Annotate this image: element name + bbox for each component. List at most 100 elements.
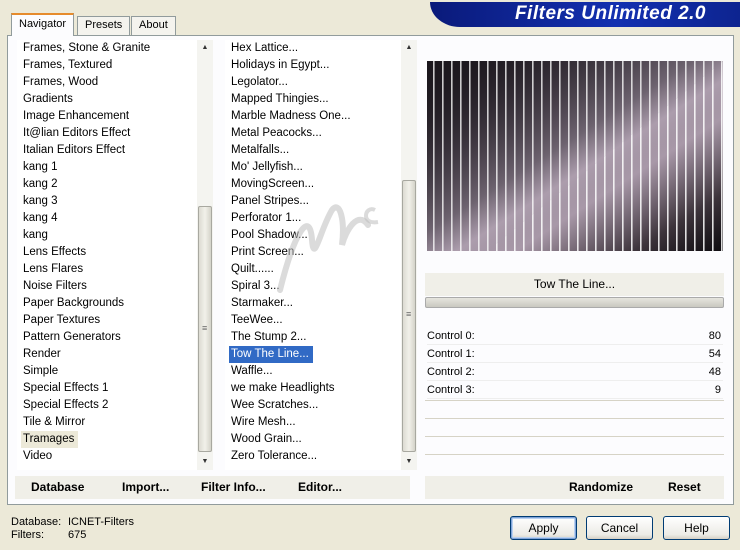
category-item-label: Paper Textures [23, 314, 101, 326]
category-item[interactable]: Tramages [17, 431, 197, 448]
category-item[interactable]: Pattern Generators [17, 329, 197, 346]
cancel-button[interactable]: Cancel [586, 516, 653, 540]
category-item[interactable]: Paper Backgrounds [17, 295, 197, 312]
category-item[interactable]: Video [17, 448, 197, 465]
category-item[interactable]: Frames, Textured [17, 57, 197, 74]
filter-item-label: Zero Tolerance... [231, 450, 318, 462]
category-item-label: Lens Flares [23, 263, 84, 275]
category-item[interactable]: kang 4 [17, 210, 197, 227]
filter-item[interactable]: Holidays in Egypt... [225, 57, 401, 74]
filter-item-label: Wood Grain... [231, 433, 302, 445]
category-item-label: Noise Filters [23, 280, 87, 292]
banner-title: Filters Unlimited 2.0 [514, 3, 706, 24]
filter-item[interactable]: Marble Madness One... [225, 108, 401, 125]
filter-item[interactable]: Metal Peacocks... [225, 125, 401, 142]
category-item[interactable]: Render [17, 346, 197, 363]
preview-image [427, 61, 723, 251]
category-item[interactable]: Lens Flares [17, 261, 197, 278]
control-slider-row[interactable]: Control 2: 48 [427, 364, 723, 381]
filter-item-label: TeeWee... [231, 314, 283, 326]
category-item[interactable]: kang 2 [17, 176, 197, 193]
filter-item[interactable]: we make Headlights [225, 380, 401, 397]
filter-item[interactable]: Metalfalls... [225, 142, 401, 159]
editor-button[interactable]: Editor... [298, 480, 342, 494]
import-button[interactable]: Import... [122, 480, 169, 494]
category-item-label: Pattern Generators [23, 331, 121, 343]
category-item[interactable]: Special Effects 2 [17, 397, 197, 414]
database-button[interactable]: Database [31, 480, 84, 494]
filter-item-label: Legolator... [231, 76, 288, 88]
filter-item[interactable]: Wood Grain... [225, 431, 401, 448]
filter-item[interactable]: The Stump 2... [225, 329, 401, 346]
scroll-down-icon[interactable]: ▼ [401, 454, 417, 470]
database-value: ICNET-Filters [68, 516, 134, 528]
category-item-label: Tile & Mirror [23, 416, 86, 428]
category-item[interactable]: kang 3 [17, 193, 197, 210]
category-item[interactable]: Lens Effects [17, 244, 197, 261]
category-item[interactable]: Italian Editors Effect [17, 142, 197, 159]
tab-navigator[interactable]: Navigator [11, 13, 75, 36]
filter-item[interactable]: Legolator... [225, 74, 401, 91]
category-item-label: Tramages [21, 431, 79, 448]
apply-button[interactable]: Apply [510, 516, 577, 540]
control-slider-row[interactable]: Control 3: 9 [427, 382, 723, 399]
filter-item[interactable]: Wire Mesh... [225, 414, 401, 431]
category-item[interactable]: Frames, Wood [17, 74, 197, 91]
category-item[interactable]: Paper Textures [17, 312, 197, 329]
filter-item[interactable]: Mapped Thingies... [225, 91, 401, 108]
filter-item-label: Metalfalls... [231, 144, 290, 156]
database-label: Database: [11, 516, 62, 528]
filter-item[interactable]: Hex Lattice... [225, 40, 401, 57]
category-item[interactable]: kang [17, 227, 197, 244]
reset-button[interactable]: Reset [668, 480, 701, 494]
filter-item[interactable]: Tow The Line... [225, 346, 401, 363]
scroll-thumb[interactable]: ≡ [402, 180, 416, 452]
category-item[interactable]: Simple [17, 363, 197, 380]
control-slider-row[interactable]: Control 0: 80 [427, 328, 723, 345]
category-item[interactable]: Special Effects 1 [17, 380, 197, 397]
category-scrollbar[interactable]: ▲ ≡ ▼ [197, 40, 213, 470]
category-item-label: It@lian Editors Effect [23, 127, 131, 139]
category-item[interactable]: kang 1 [17, 159, 197, 176]
filter-item-label: we make Headlights [231, 382, 335, 394]
category-item-label: Render [23, 348, 61, 360]
filter-scrollbar[interactable]: ▲ ≡ ▼ [401, 40, 417, 470]
filter-item-label: Holidays in Egypt... [231, 59, 330, 71]
filter-item-label: Tow The Line... [229, 346, 313, 363]
control-slider-row[interactable]: Control 1: 54 [427, 346, 723, 363]
category-item[interactable]: Frames, Stone & Granite [17, 40, 197, 57]
category-item[interactable]: Noise Filters [17, 278, 197, 295]
randomize-button[interactable]: Randomize [569, 480, 633, 494]
filter-item[interactable]: Wee Scratches... [225, 397, 401, 414]
scroll-down-icon[interactable]: ▼ [197, 454, 213, 470]
controls-toolbar: Randomize Reset [425, 476, 724, 499]
filter-item-label: Wee Scratches... [231, 399, 319, 411]
scroll-up-icon[interactable]: ▲ [401, 40, 417, 56]
category-item-label: kang 1 [23, 161, 58, 173]
control-label: Control 3: [427, 384, 475, 396]
control-value: 54 [708, 348, 721, 360]
filter-item[interactable]: Zero Tolerance... [225, 448, 401, 465]
control-label: Control 2: [427, 366, 475, 378]
category-item[interactable]: Gradients [17, 91, 197, 108]
category-item-label: kang [23, 229, 48, 241]
filter-progress-slider[interactable] [425, 297, 724, 308]
category-item[interactable]: Image Enhancement [17, 108, 197, 125]
category-item[interactable]: It@lian Editors Effect [17, 125, 197, 142]
control-value: 9 [714, 384, 721, 396]
filter-preview [427, 61, 723, 251]
tab-about[interactable]: About [131, 16, 176, 35]
tab-presets[interactable]: Presets [77, 16, 131, 35]
scroll-thumb[interactable]: ≡ [198, 206, 212, 452]
category-item-label: kang 2 [23, 178, 58, 190]
category-item[interactable]: Tile & Mirror [17, 414, 197, 431]
help-button[interactable]: Help [663, 516, 730, 540]
filter-item[interactable]: TeeWee... [225, 312, 401, 329]
filter-item-label: Mapped Thingies... [231, 93, 329, 105]
filter-item[interactable]: Waffle... [225, 363, 401, 380]
category-list[interactable]: Frames, Stone & Granite Frames, Textured F… [17, 40, 197, 470]
scroll-up-icon[interactable]: ▲ [197, 40, 213, 56]
filter-info-button[interactable]: Filter Info... [201, 480, 266, 494]
control-value: 48 [708, 366, 721, 378]
category-item-label: Video [23, 450, 53, 462]
